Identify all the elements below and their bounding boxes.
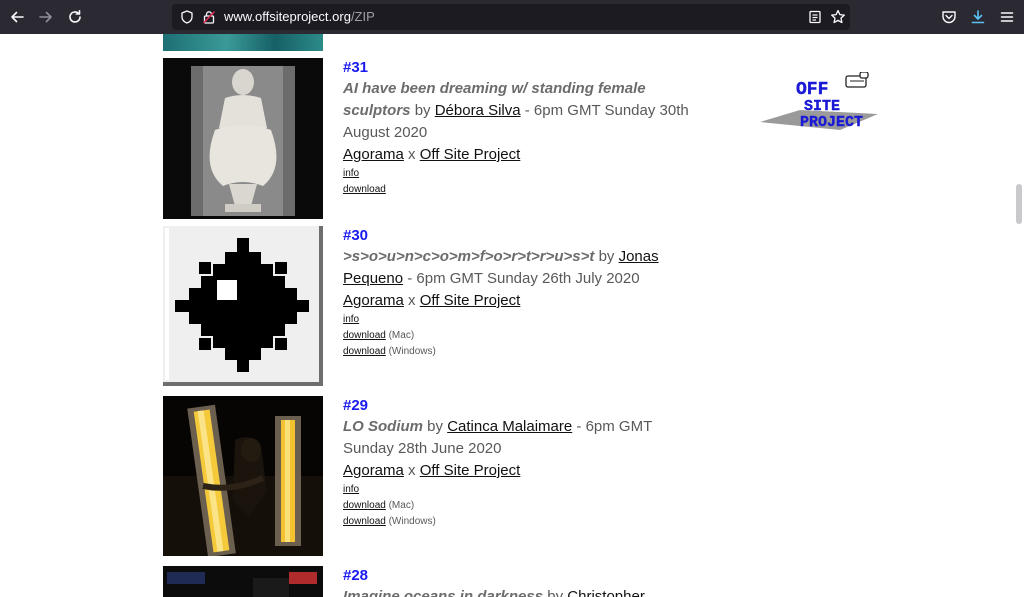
entry-31-agorama-link[interactable]: Agorama	[343, 146, 404, 163]
entry-30-agorama-link[interactable]: Agorama	[343, 292, 404, 309]
entry-29-download-windows-line: download (Windows)	[343, 514, 693, 530]
entry-30-info: #30 >s>o>u>n>c>o>m>f>o>r>t>r>u>s>t by Jo…	[343, 226, 693, 360]
logo-line-project: PROJECT	[800, 114, 863, 131]
entry-28-thumbnail[interactable]	[163, 566, 323, 597]
reader-view-icon[interactable]	[808, 10, 822, 24]
entry-29-x: x	[408, 462, 416, 479]
entry-29-thumbnail[interactable]	[163, 396, 323, 556]
entry-29-info-line: info	[343, 482, 693, 498]
bookmark-star-icon[interactable]	[830, 9, 846, 25]
entry-28-description: Imagine oceans in darkness by Christophe…	[343, 586, 693, 597]
entry-30-title: >s>o>u>n>c>o>m>f>o>r>t>r>u>s>t	[343, 248, 595, 265]
shield-icon[interactable]	[180, 10, 194, 24]
entry-31-number[interactable]: #31	[343, 58, 693, 78]
entry-30-number[interactable]: #30	[343, 226, 693, 246]
off-site-project-logo[interactable]: OFF SITE PROJECT	[760, 71, 880, 134]
entry-28-info: #28 Imagine oceans in darkness by Christ…	[343, 566, 693, 597]
entry-30-download-mac-line: download (Mac)	[343, 328, 693, 344]
logo-line-site: SITE	[804, 98, 840, 115]
entry-28-artist-link[interactable]: Christopher	[567, 588, 645, 597]
entry-30-download-mac-link[interactable]: download	[343, 330, 386, 341]
entry-30-download-windows-link[interactable]: download	[343, 346, 386, 357]
entry-31-credits: Agorama x Off Site Project	[343, 144, 693, 166]
entry-29-download-windows-link[interactable]: download	[343, 516, 386, 527]
url-domain: www.offsiteproject.org	[224, 9, 351, 24]
entry-30-x: x	[408, 292, 416, 309]
entry-29-offsite-link[interactable]: Off Site Project	[420, 462, 521, 479]
downloads-icon[interactable]	[970, 9, 986, 25]
entry-30-time: - 6pm GMT Sunday 26th July 2020	[407, 270, 640, 287]
entry-28-number[interactable]: #28	[343, 566, 693, 586]
entry-30-thumbnail[interactable]	[163, 226, 323, 386]
forward-arrow-icon[interactable]	[38, 9, 54, 25]
entry-31-description: AI have been dreaming w/ standing female…	[343, 78, 693, 144]
back-arrow-icon[interactable]	[9, 9, 25, 25]
entry-29-artist-link[interactable]: Catinca Malaimare	[447, 418, 572, 435]
entry-30-offsite-link[interactable]: Off Site Project	[420, 292, 521, 309]
browser-toolbar: www.offsiteproject.org/ZIP	[0, 0, 1024, 34]
entry-29-title: LO Sodium	[343, 418, 423, 435]
entry-29-credits: Agorama x Off Site Project	[343, 460, 693, 482]
entry-29-platform-mac: (Mac)	[388, 500, 415, 511]
entry-29-by: by	[427, 418, 444, 435]
entry-31-info-line: info	[343, 166, 693, 182]
entry-31-artist-link[interactable]: Débora Silva	[435, 102, 521, 119]
entry-31-by: by	[414, 102, 431, 119]
entry-30-credits: Agorama x Off Site Project	[343, 290, 693, 312]
entry-30-info-link[interactable]: info	[343, 314, 359, 325]
entry-30-platform-mac: (Mac)	[388, 330, 415, 341]
address-bar[interactable]: www.offsiteproject.org/ZIP	[172, 4, 850, 30]
entry-29-download-mac-line: download (Mac)	[343, 498, 693, 514]
entry-30-by: by	[598, 248, 615, 265]
entry-28-by: by	[547, 588, 564, 597]
entry-29-platform-windows: (Windows)	[388, 516, 436, 527]
menu-icon[interactable]	[999, 9, 1015, 25]
entry-31-thumbnail[interactable]	[163, 58, 323, 219]
entry-30-info-line: info	[343, 312, 693, 328]
entry-29-info-link[interactable]: info	[343, 484, 359, 495]
url-path: /ZIP	[350, 9, 375, 24]
page-viewport: OFF SITE PROJECT #31 AI have been dreami…	[0, 34, 1024, 597]
entry-31-download-line: download	[343, 182, 693, 198]
scrollbar-thumb[interactable]	[1016, 184, 1022, 224]
entry-29-description: LO Sodium by Catinca Malaimare - 6pm GMT…	[343, 416, 693, 460]
entry-29-download-mac-link[interactable]: download	[343, 500, 386, 511]
logo-line-off: OFF	[796, 80, 828, 100]
entry-30-platform-windows: (Windows)	[388, 346, 436, 357]
entry-29-number[interactable]: #29	[343, 396, 693, 416]
entry-31-info-link[interactable]: info	[343, 168, 359, 179]
entry-32-thumbnail[interactable]	[163, 34, 323, 51]
entry-31-x: x	[408, 146, 416, 163]
reload-icon[interactable]	[67, 9, 83, 25]
url-text[interactable]: www.offsiteproject.org/ZIP	[224, 9, 375, 24]
entry-31-offsite-link[interactable]: Off Site Project	[420, 146, 521, 163]
entry-30-description: >s>o>u>n>c>o>m>f>o>r>t>r>u>s>t by Jonas …	[343, 246, 693, 290]
insecure-lock-icon[interactable]	[202, 10, 216, 24]
entry-31-download-link[interactable]: download	[343, 184, 386, 195]
entry-30-download-windows-line: download (Windows)	[343, 344, 693, 360]
entry-28-title: Imagine oceans in darkness	[343, 588, 544, 597]
entry-31-info: #31 AI have been dreaming w/ standing fe…	[343, 58, 693, 198]
pointing-hand-icon	[845, 71, 869, 88]
entry-29-info: #29 LO Sodium by Catinca Malaimare - 6pm…	[343, 396, 693, 530]
entry-29-agorama-link[interactable]: Agorama	[343, 462, 404, 479]
pocket-icon[interactable]	[941, 9, 957, 25]
